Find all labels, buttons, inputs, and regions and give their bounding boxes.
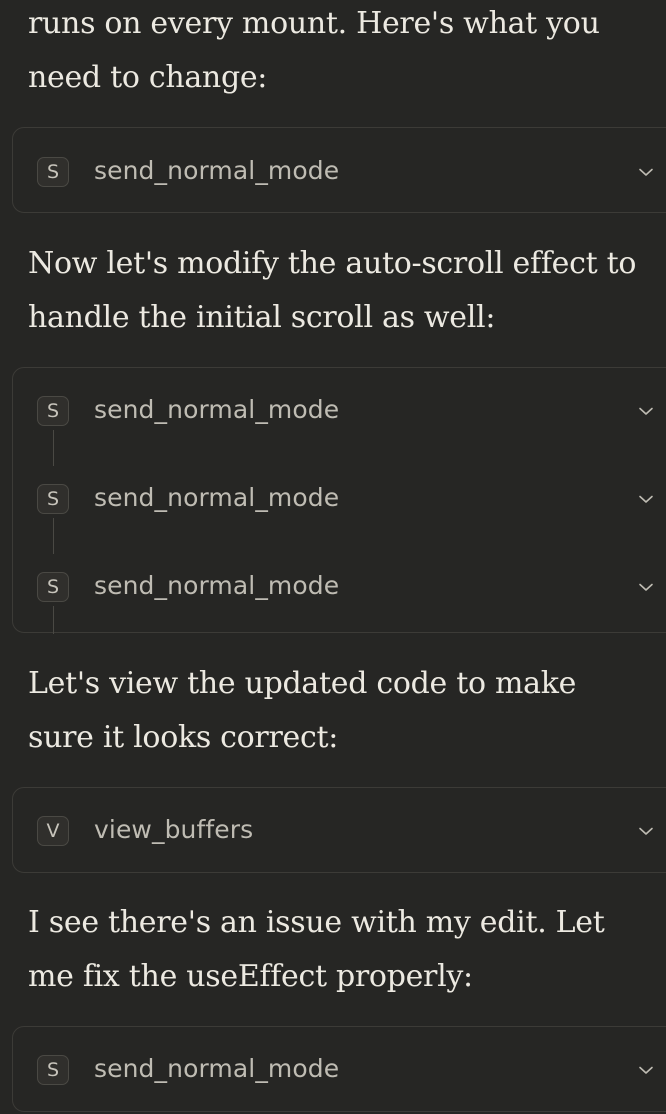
chevron-down-icon[interactable] <box>637 578 655 596</box>
message-line: Now let's modify the auto-scroll effect … <box>28 246 637 281</box>
tool-call-card: S send_normal_mode <box>12 1026 666 1112</box>
tool-name: send_normal_mode <box>94 483 340 512</box>
message-line: sure it looks correct: <box>28 720 339 755</box>
message-line: I see there's an issue with my edit. Let <box>28 905 605 940</box>
tool-name: send_normal_mode <box>94 395 340 424</box>
message-line: me fix the useEffect properly: <box>28 959 473 994</box>
tool-call-row[interactable]: S send_normal_mode <box>13 395 666 440</box>
tool-badge-icon: V <box>37 816 69 846</box>
tool-badge-icon: S <box>37 572 69 602</box>
tool-badge-icon: S <box>37 484 69 514</box>
tool-badge-icon: S <box>37 157 69 187</box>
chevron-down-icon[interactable] <box>637 1061 655 1079</box>
tool-badge-icon: S <box>37 396 69 426</box>
assistant-message-text: Now let's modify the auto-scroll effect … <box>28 237 648 345</box>
tool-name: send_normal_mode <box>94 571 340 600</box>
tool-badge-icon: S <box>37 1055 69 1085</box>
tool-name: view_buffers <box>94 815 254 844</box>
tool-name: send_normal_mode <box>94 1054 340 1083</box>
assistant-message-text: runs on every mount. Here's what you nee… <box>28 0 648 105</box>
message-line: handle the initial scroll as well: <box>28 300 496 335</box>
assistant-message-text: I see there's an issue with my edit. Let… <box>28 896 648 1004</box>
chevron-down-icon[interactable] <box>637 163 655 181</box>
chevron-down-icon[interactable] <box>637 490 655 508</box>
message-line: runs on every mount. Here's what you <box>28 6 600 41</box>
chevron-down-icon[interactable] <box>637 822 655 840</box>
message-line: Let's view the updated code to make <box>28 666 577 701</box>
tool-call-row[interactable]: S send_normal_mode <box>13 1054 666 1099</box>
tool-call-card: S send_normal_mode <box>12 127 666 213</box>
message-line: need to change: <box>28 60 268 95</box>
tool-call-row[interactable]: S send_normal_mode <box>13 571 666 616</box>
tool-name: send_normal_mode <box>94 156 340 185</box>
tool-call-card: V view_buffers <box>12 787 666 873</box>
chevron-down-icon[interactable] <box>637 402 655 420</box>
tool-call-row[interactable]: S send_normal_mode <box>13 483 666 528</box>
tool-call-row[interactable]: V view_buffers <box>13 815 666 860</box>
tool-call-group-card: S send_normal_mode S send_normal_mode S … <box>12 367 666 634</box>
tool-call-row[interactable]: S send_normal_mode <box>13 156 666 201</box>
assistant-message-text: Let's view the updated code to make sure… <box>28 657 648 765</box>
